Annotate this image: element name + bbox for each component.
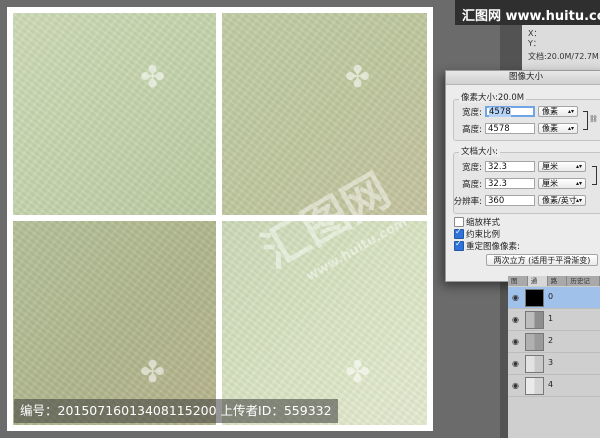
- texture-tile-bottom-left: [13, 221, 216, 425]
- channel-row[interactable]: ◉ 2: [508, 331, 600, 353]
- chevron-updown-icon: ▴▾: [575, 163, 582, 170]
- resample-checkbox[interactable]: [454, 239, 464, 251]
- pixel-height-label: 高度:: [462, 125, 482, 135]
- chain-link-icon: ⛓: [589, 115, 598, 123]
- pixel-width-input[interactable]: 4578: [485, 106, 535, 117]
- channel-thumbnail: [525, 377, 544, 395]
- resolution-label: 分辨率:: [453, 197, 482, 207]
- pixel-width-unit-select[interactable]: 像素 ▴▾: [538, 106, 578, 117]
- chevron-updown-icon: ▴▾: [567, 125, 574, 132]
- doc-height-input[interactable]: 32.3: [485, 178, 535, 189]
- resolution-unit-select[interactable]: 像素/英寸 ▴▾: [538, 195, 586, 206]
- channel-thumbnail: [525, 355, 544, 373]
- doc-width-input[interactable]: 32.3: [485, 161, 535, 172]
- xy-readout: X： Y：: [528, 29, 541, 49]
- tab-channels[interactable]: 通道: [527, 276, 548, 295]
- channel-thumbnail: [525, 333, 544, 351]
- eye-icon[interactable]: ◉: [512, 359, 519, 368]
- constrain-proportions-checkbox[interactable]: [454, 227, 464, 239]
- doc-width-unit-select[interactable]: 厘米 ▴▾: [538, 161, 586, 172]
- texture-tile-bottom-right: [222, 221, 427, 425]
- channel-row[interactable]: ◉ 0: [508, 287, 600, 309]
- chevron-updown-icon: ▴▾: [575, 180, 582, 187]
- channel-name: 4: [548, 380, 554, 389]
- eye-icon[interactable]: ◉: [512, 381, 519, 390]
- channel-name: 2: [548, 336, 554, 345]
- channel-row[interactable]: ◉ 1: [508, 309, 600, 331]
- pixel-width-label: 宽度:: [462, 108, 482, 118]
- resolution-input[interactable]: 360: [485, 195, 535, 206]
- channel-row[interactable]: ◉ 3: [508, 353, 600, 375]
- scale-styles-label: 缩放样式: [466, 218, 501, 228]
- channel-name: 1: [548, 314, 554, 323]
- pixel-height-unit-select[interactable]: 像素 ▴▾: [538, 123, 578, 134]
- chevron-updown-icon: ▴▾: [567, 108, 574, 115]
- eye-icon[interactable]: ◉: [512, 293, 519, 302]
- x-label: X：: [528, 29, 542, 38]
- channel-thumbnail: [525, 289, 544, 307]
- y-label: Y：: [528, 39, 541, 48]
- site-logo: 汇图网 www.huitu.com: [462, 9, 600, 24]
- channel-thumbnail: [525, 311, 544, 329]
- resample-label: 重定图像像素:: [466, 242, 520, 252]
- scale-styles-checkbox[interactable]: [454, 217, 464, 227]
- doc-size-readout: 文档:20.0M/72.7M: [528, 52, 599, 61]
- document-canvas[interactable]: [7, 7, 433, 431]
- tab-history[interactable]: 历史记录: [567, 276, 600, 295]
- chevron-updown-icon: ▴▾: [575, 197, 582, 204]
- document-canvas-area[interactable]: ✤ ✤ ✤ ✤ 汇图网 www.huitu.com 编号：20150716013…: [0, 0, 500, 438]
- doc-constrain-bracket: [592, 166, 597, 185]
- image-caption: 编号：20150716013408115200 上传者ID：559332: [14, 399, 338, 423]
- image-size-dialog: 图像大小 像素大小:20.0M 宽度: 4578 像素 ▴▾ 高度: 4578 像…: [445, 70, 600, 282]
- panel-tabs: 图层 通道 路径 历史记录: [508, 276, 600, 295]
- channel-row[interactable]: ◉ 4: [508, 375, 600, 397]
- constrain-proportions-label: 约束比例: [466, 230, 501, 240]
- channels-panel: 图层 通道 路径 历史记录 ◉ 0 ◉ 1 ◉ 2 ◉ 3 ◉ 4: [508, 276, 600, 438]
- doc-width-label: 宽度:: [462, 163, 482, 173]
- tab-paths[interactable]: 路径: [548, 276, 568, 295]
- pixel-height-input[interactable]: 4578: [485, 123, 535, 134]
- dialog-title: 图像大小: [446, 71, 600, 85]
- tab-layers[interactable]: 图层: [508, 276, 528, 295]
- channel-name: 3: [548, 358, 554, 367]
- texture-tile-top-left: [13, 13, 216, 215]
- eye-icon[interactable]: ◉: [512, 337, 519, 346]
- doc-height-label: 高度:: [462, 180, 482, 190]
- constrain-link-bracket: [583, 111, 588, 130]
- resample-method-select[interactable]: 两次立方 (适用于平滑渐变): [486, 254, 598, 266]
- channel-name: 0: [548, 292, 554, 301]
- doc-height-unit-select[interactable]: 厘米 ▴▾: [538, 178, 586, 189]
- pixel-dimensions-label: 像素大小:20.0M: [459, 91, 527, 103]
- document-size-label: 文档大小:: [459, 145, 500, 157]
- texture-tile-top-right: [222, 13, 427, 215]
- eye-icon[interactable]: ◉: [512, 315, 519, 324]
